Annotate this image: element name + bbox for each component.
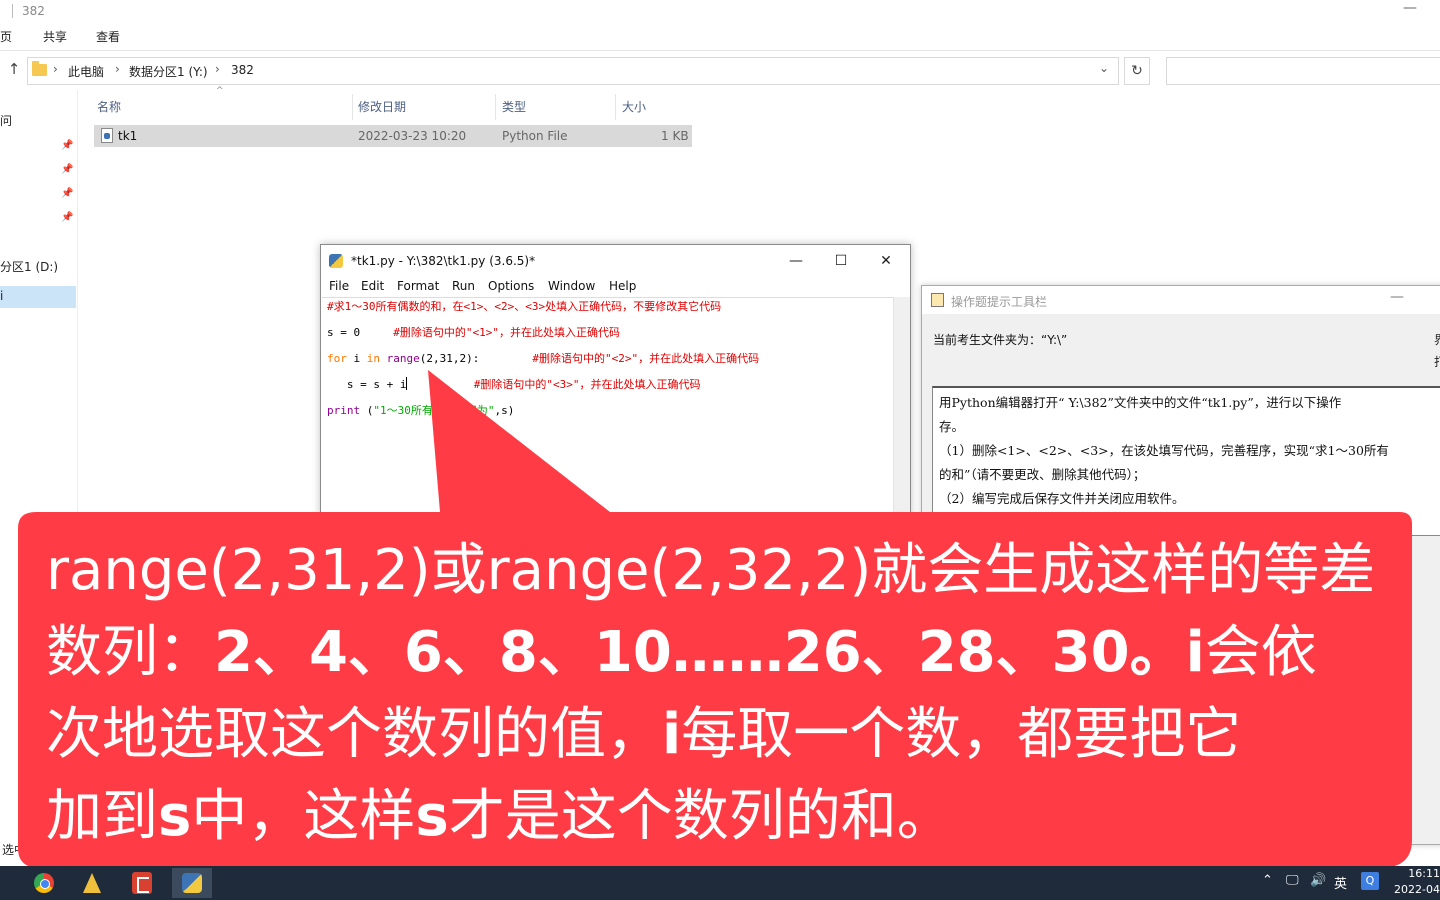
callout-line-2: 数列：2、4、6、8、10……26、28、30。i会依 bbox=[46, 612, 1396, 694]
callout-segment: 数列： bbox=[46, 620, 214, 685]
taskbar-app-c[interactable] bbox=[122, 868, 162, 898]
clock-time: 16:11 bbox=[1408, 867, 1440, 880]
callout-text: range(2,31,2)或range(2,32,2)就会生成这样的等差 数列：… bbox=[46, 530, 1396, 858]
app-c-icon bbox=[132, 872, 152, 894]
start-edge[interactable] bbox=[0, 868, 10, 898]
chevron-up-icon[interactable]: ⌃ bbox=[1262, 873, 1273, 888]
taskbar-app-a[interactable] bbox=[72, 868, 112, 898]
app-a-icon bbox=[83, 873, 101, 893]
ime-badge-icon[interactable]: Q bbox=[1361, 872, 1379, 890]
taskbar-chrome[interactable] bbox=[24, 868, 64, 898]
callout-segment: 每取一个数，都要把它 bbox=[681, 702, 1242, 767]
callout-segment: 加到 bbox=[46, 784, 158, 849]
callout-segment: 会依 bbox=[1204, 620, 1317, 685]
callout-segment-bold: s bbox=[158, 784, 192, 849]
callout-segment: 才是这个数列的和。 bbox=[448, 784, 953, 849]
callout-segment: 中，这样 bbox=[191, 784, 416, 849]
network-icon[interactable]: 🖵 bbox=[1286, 873, 1299, 888]
clock-date: 2022-04 bbox=[1394, 883, 1440, 896]
chrome-icon bbox=[34, 873, 54, 893]
taskbar-python[interactable] bbox=[172, 868, 212, 898]
python-icon bbox=[182, 873, 202, 893]
callout-segment-bold: 2、4、6、8、10……26、28、30。i bbox=[214, 620, 1205, 685]
callout-segment: 次地选取这个数列的值， bbox=[46, 702, 662, 767]
callout-line-4: 加到s中，这样s才是这个数列的和。 bbox=[46, 776, 1396, 858]
callout-segment-bold: i bbox=[662, 702, 682, 767]
clock[interactable]: 16:11 2022-04 bbox=[1394, 866, 1440, 898]
callout-line-1: range(2,31,2)或range(2,32,2)就会生成这样的等差 bbox=[46, 530, 1396, 612]
callout-segment-bold: s bbox=[415, 784, 449, 849]
ime-language[interactable]: 英 bbox=[1334, 873, 1347, 892]
taskbar: ⌃ 🖵 🔊 英 Q 16:11 2022-04 bbox=[0, 866, 1440, 900]
callout-segment: range(2,31,2)或range(2,32,2)就会生成这样的等差 bbox=[46, 538, 1376, 603]
volume-icon[interactable]: 🔊 bbox=[1310, 873, 1326, 888]
callout-line-3: 次地选取这个数列的值，i每取一个数，都要把它 bbox=[46, 694, 1396, 776]
screen: 382 — 页 共享 查看 ↑ › 此电脑 › 数据分区1 (Y:) › 382… bbox=[0, 0, 1440, 900]
